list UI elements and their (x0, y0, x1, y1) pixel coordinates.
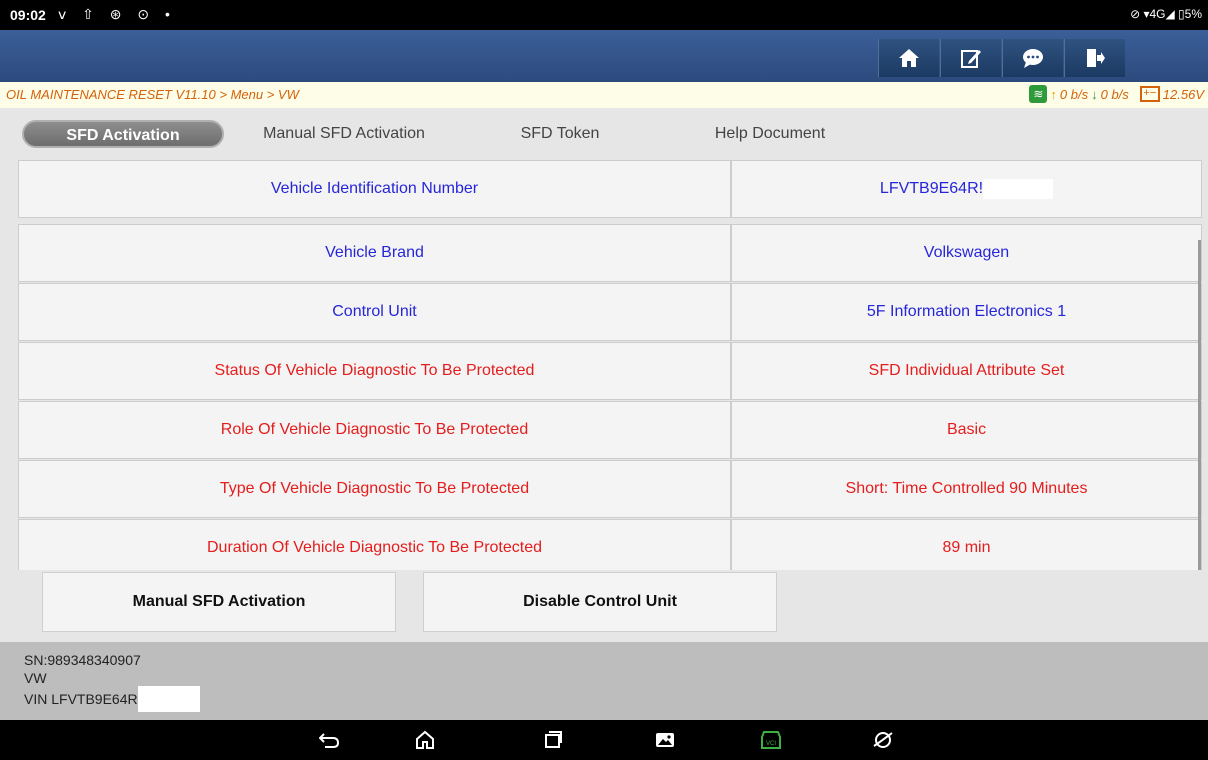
chat-icon (1023, 49, 1043, 68)
redaction-box (983, 179, 1054, 199)
manual-sfd-activation-button[interactable]: Manual SFD Activation (42, 572, 396, 632)
row-label: Status Of Vehicle Diagnostic To Be Prote… (18, 342, 731, 400)
breadcrumb-bar: OIL MAINTENANCE RESET V11.10 > Menu > VW… (0, 82, 1208, 108)
recent-apps-button[interactable] (540, 728, 566, 752)
wifi-icon: ≋ (1029, 85, 1048, 103)
action-bar: Manual SFD Activation Disable Control Un… (0, 570, 1208, 642)
gallery-button[interactable] (652, 728, 678, 752)
upload-rate: 0 b/s (1059, 86, 1089, 102)
edit-icon (961, 50, 981, 68)
exit-icon (1087, 49, 1105, 67)
scrollbar[interactable] (1198, 240, 1201, 570)
row-label: Control Unit (18, 283, 731, 341)
home-outline-icon (416, 730, 434, 749)
exit-button[interactable] (1064, 39, 1125, 77)
message-button[interactable] (1002, 39, 1063, 77)
row-value: Short: Time Controlled 90 Minutes (731, 460, 1202, 518)
table-row: Vehicle Brand Volkswagen (18, 224, 1202, 282)
voltage-value: 12.56V (1162, 86, 1204, 102)
vin-line: VIN LFVTB9E64R (24, 686, 200, 712)
home-button[interactable] (878, 39, 939, 77)
sfd-info-table: Vehicle Identification Number LFVTB9E64R… (18, 160, 1202, 570)
table-row: Type Of Vehicle Diagnostic To Be Protect… (18, 460, 1202, 518)
download-rate: 0 b/s (1100, 86, 1129, 102)
vci-icon: VCI (761, 731, 781, 749)
serial-number: SN:989348340907 (24, 652, 141, 668)
row-label: Duration Of Vehicle Diagnostic To Be Pro… (18, 519, 731, 570)
vehicle-brand: VW (24, 670, 47, 686)
breadcrumb: OIL MAINTENANCE RESET V11.10 > Menu > VW (6, 87, 299, 102)
status-time: 09:02 (10, 7, 46, 23)
svg-text:VCI: VCI (766, 741, 776, 747)
tab-manual-sfd-activation[interactable]: Manual SFD Activation (238, 120, 450, 148)
tab-sfd-token[interactable]: SFD Token (495, 120, 625, 148)
row-value: Basic (731, 401, 1202, 459)
row-value: 89 min (731, 519, 1202, 570)
tab-help-document[interactable]: Help Document (690, 120, 850, 148)
tab-bar: SFD Activation Manual SFD Activation SFD… (0, 108, 1208, 158)
recent-apps-icon (545, 731, 562, 748)
vci-button[interactable]: VCI (758, 728, 784, 752)
table-row: Vehicle Identification Number LFVTB9E64R… (18, 160, 1202, 218)
row-value: 5F Information Electronics 1 (731, 283, 1202, 341)
table-row: Role Of Vehicle Diagnostic To Be Protect… (18, 401, 1202, 459)
row-value: LFVTB9E64R! (731, 160, 1202, 218)
row-label: Type Of Vehicle Diagnostic To Be Protect… (18, 460, 731, 518)
report-button[interactable] (940, 39, 1001, 77)
upload-arrow-icon: ↑ (1050, 86, 1057, 102)
device-info: SN:989348340907 VW VIN LFVTB9E64R (0, 642, 1208, 720)
connection-status: ≋ ↑ 0 b/s ↓ 0 b/s +− 12.56V (1029, 85, 1204, 103)
planet-icon (873, 732, 893, 748)
row-value: Volkswagen (731, 224, 1202, 282)
row-label: Role Of Vehicle Diagnostic To Be Protect… (18, 401, 731, 459)
vin-value: LFVTB9E64R! (879, 180, 984, 197)
home-nav-button[interactable] (412, 728, 438, 752)
notification-icons: ⅴ ⇧ ⊛ ⊙ • (58, 6, 176, 22)
table-row: Control Unit 5F Information Electronics … (18, 283, 1202, 341)
row-label: Vehicle Brand (18, 224, 731, 282)
table-row: Status Of Vehicle Diagnostic To Be Prote… (18, 342, 1202, 400)
row-value: SFD Individual Attribute Set (731, 342, 1202, 400)
table-row: Duration Of Vehicle Diagnostic To Be Pro… (18, 519, 1202, 570)
redaction-box (137, 686, 200, 712)
system-status-icons: ⊘ ▾4G◢ ▯5% (1130, 7, 1202, 21)
browser-button[interactable] (870, 728, 896, 752)
back-button[interactable] (316, 728, 342, 752)
status-bar: 09:02 ⅴ ⇧ ⊛ ⊙ • ⊘ ▾4G◢ ▯5% (0, 0, 1208, 30)
row-label: Vehicle Identification Number (18, 160, 731, 218)
download-arrow-icon: ↓ (1091, 86, 1098, 102)
tab-sfd-activation[interactable]: SFD Activation (22, 120, 224, 148)
app-header (0, 30, 1208, 82)
vin-text: VIN LFVTB9E64R (24, 691, 138, 707)
home-icon (899, 49, 919, 67)
navigation-bar: VCI (0, 720, 1208, 760)
back-icon (319, 733, 339, 748)
image-icon (656, 733, 674, 747)
disable-control-unit-button[interactable]: Disable Control Unit (423, 572, 777, 632)
battery-icon: +− (1139, 86, 1160, 102)
